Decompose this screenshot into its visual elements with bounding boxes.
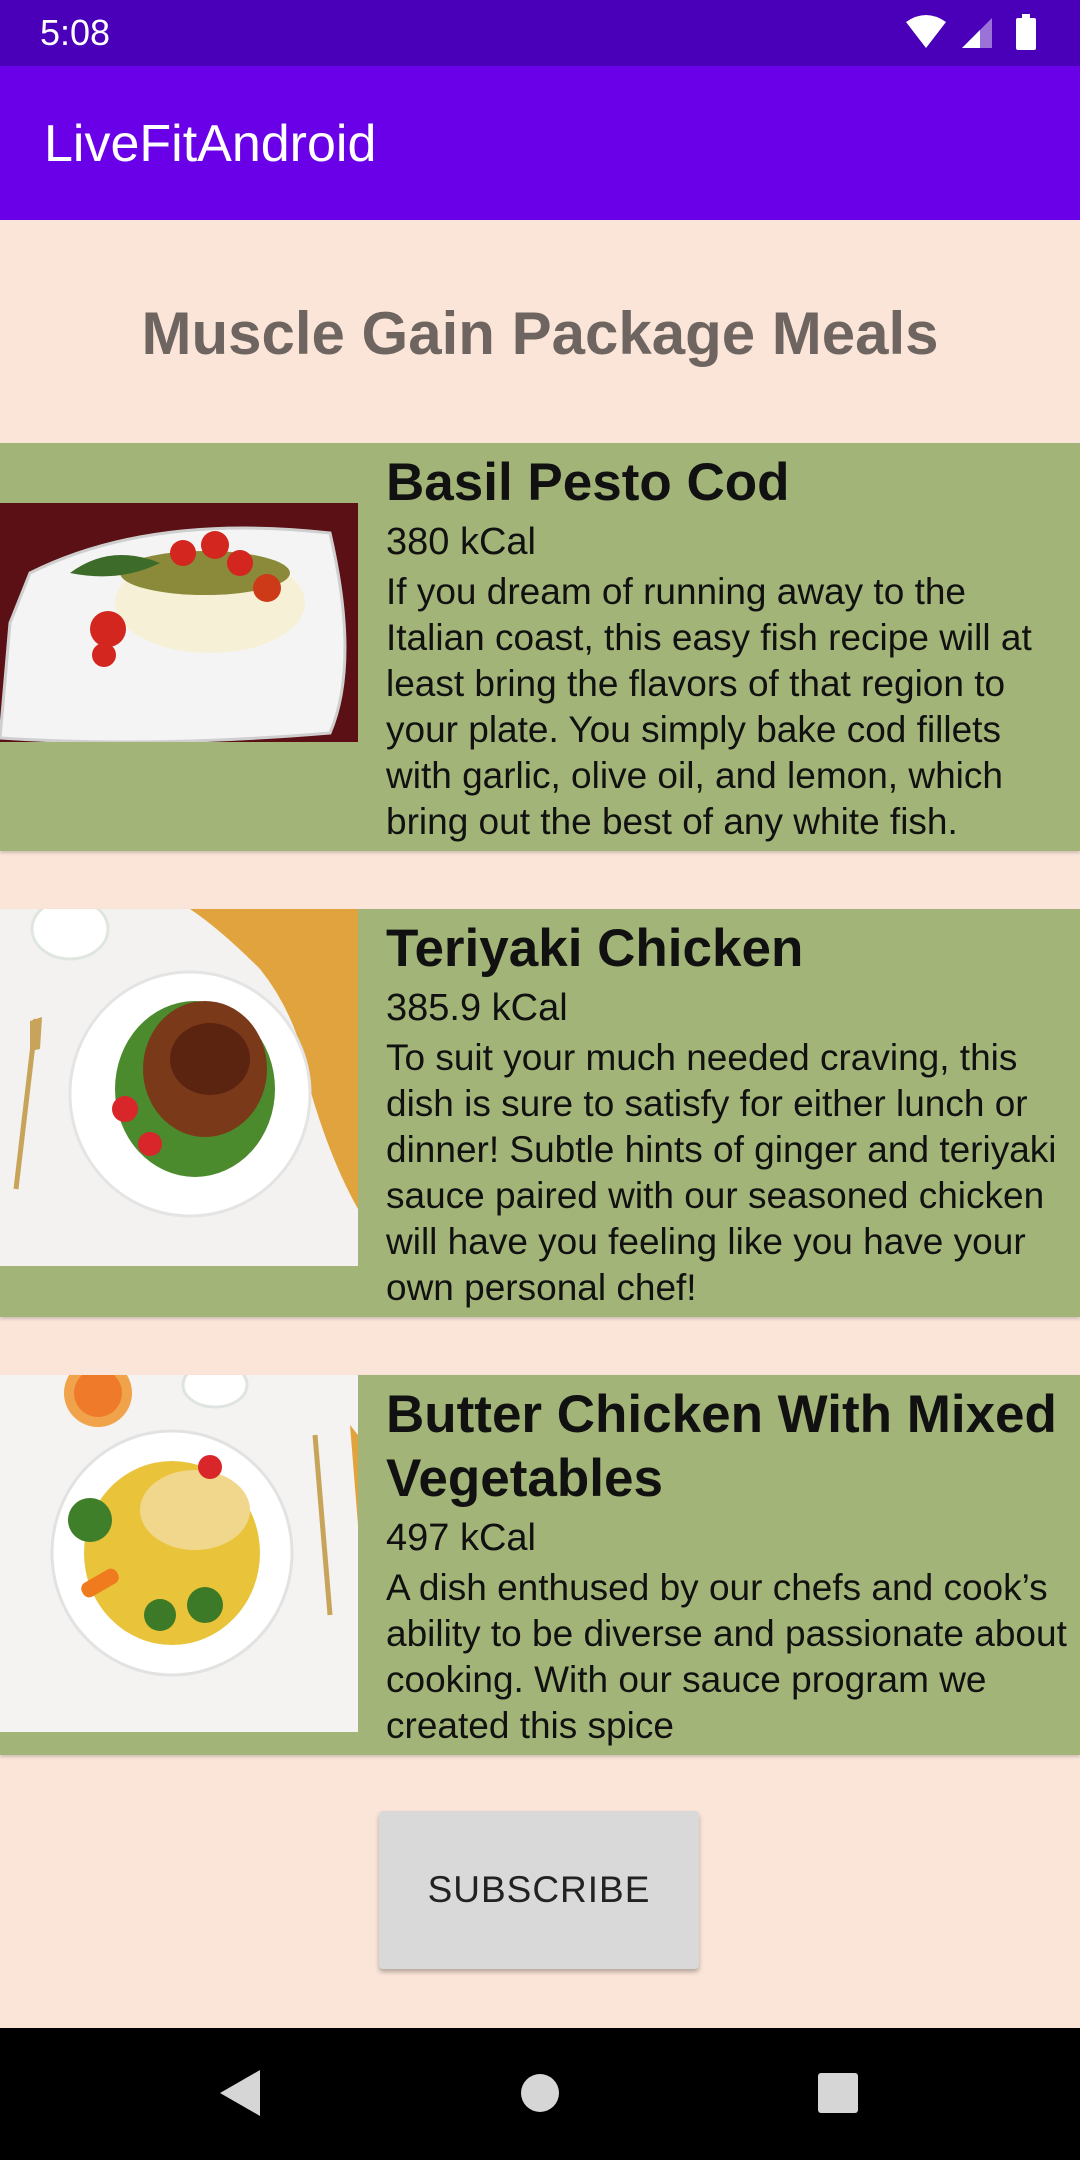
app-bar: LiveFitAndroid xyxy=(0,66,1080,220)
meal-calories: 385.9 kCal xyxy=(386,987,568,1029)
navigation-bar xyxy=(0,2028,1080,2160)
meal-calories: 380 kCal xyxy=(386,521,536,563)
battery-icon xyxy=(1016,14,1036,50)
meal-calories: 497 kCal xyxy=(386,1517,536,1559)
meal-name: Teriyaki Chicken xyxy=(386,919,804,978)
status-icons xyxy=(906,14,1036,50)
page-title: Muscle Gain Package Meals xyxy=(141,300,939,367)
meal-text: Basil Pesto Cod 380 kCal If you dream of… xyxy=(386,451,1072,845)
meal-card-butter-chicken[interactable]: Butter Chicken With Mixed Vegetables 497… xyxy=(0,1375,1080,1755)
meal-description: A dish enthused by our chefs and cook’s … xyxy=(386,1567,1067,1746)
meal-text: Butter Chicken With Mixed Vegetables 497… xyxy=(386,1383,1072,1749)
recents-icon[interactable] xyxy=(816,2068,860,2118)
back-icon[interactable] xyxy=(218,2068,264,2118)
status-time: 5:08 xyxy=(40,12,111,53)
meal-description: To suit your much needed craving, this d… xyxy=(386,1037,1057,1308)
meal-image-basil-pesto-cod xyxy=(0,503,358,742)
status-bar: 5:08 xyxy=(0,0,1080,66)
wifi-icon xyxy=(906,15,946,48)
subscribe-button[interactable]: SUBSCRIBE xyxy=(379,1811,699,1969)
meal-image-butter-chicken xyxy=(0,1375,358,1732)
meal-name: Basil Pesto Cod xyxy=(386,453,790,512)
meal-card-basil-pesto-cod[interactable]: Basil Pesto Cod 380 kCal If you dream of… xyxy=(0,443,1080,851)
cellular-signal-icon xyxy=(962,18,992,48)
meal-text: Teriyaki Chicken 385.9 kCal To suit your… xyxy=(386,917,1072,1311)
meal-description: If you dream of running away to the Ital… xyxy=(386,571,1032,842)
app-title: LiveFitAndroid xyxy=(44,115,377,173)
home-icon[interactable] xyxy=(520,2068,560,2118)
meal-image-teriyaki-chicken xyxy=(0,909,358,1266)
meal-card-teriyaki-chicken[interactable]: Teriyaki Chicken 385.9 kCal To suit your… xyxy=(0,909,1080,1317)
meal-name: Butter Chicken With Mixed Vegetables xyxy=(386,1385,1057,1508)
